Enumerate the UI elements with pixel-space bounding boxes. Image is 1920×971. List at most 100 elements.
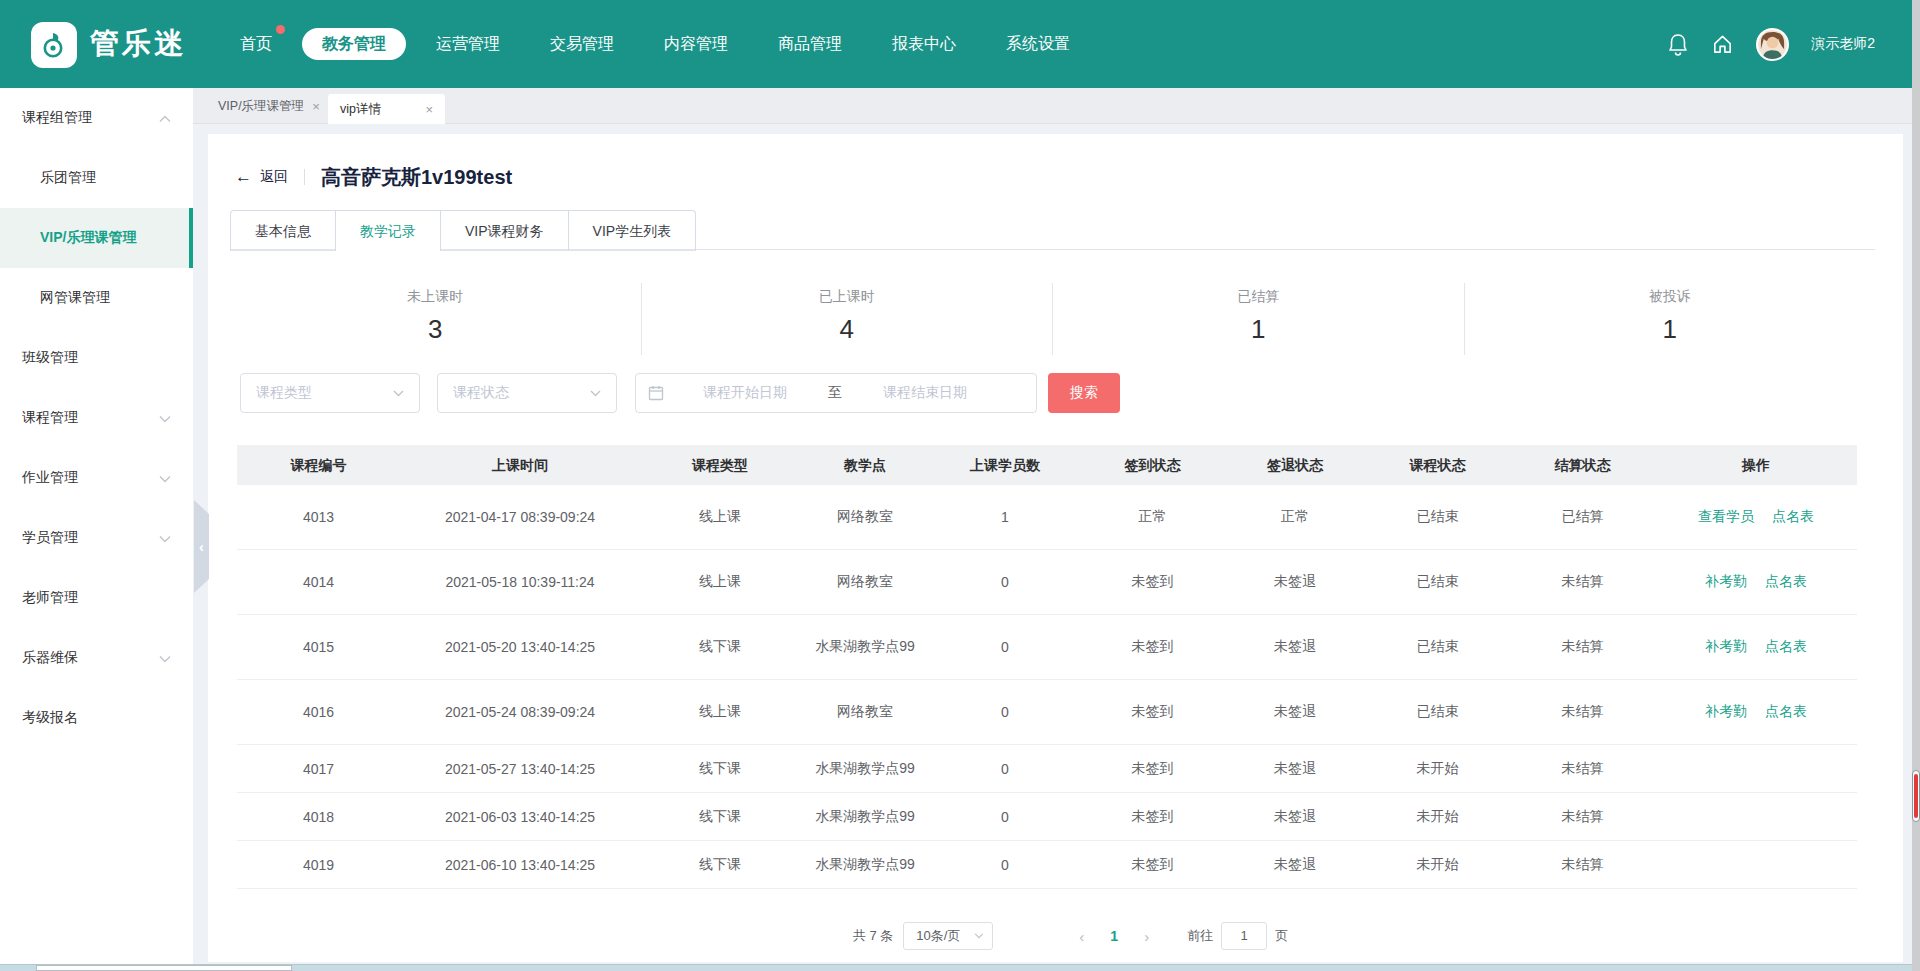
page-size-select[interactable]: 10条/页	[903, 922, 993, 950]
search-button[interactable]: 搜索	[1048, 373, 1120, 413]
table-cell: 2021-06-03 13:40-14:25	[400, 809, 640, 825]
stat-1: 已上课时4	[642, 283, 1054, 355]
vertical-scrollbar-thumb[interactable]	[1912, 770, 1920, 822]
detail-tab-2[interactable]: VIP课程财务	[440, 210, 569, 251]
sidebar-item-label: 课程组管理	[22, 109, 92, 127]
detail-tab-3[interactable]: VIP学生列表	[568, 210, 697, 251]
vertical-scrollbar[interactable]	[1912, 0, 1920, 971]
nav-item-0[interactable]: 首页	[240, 34, 272, 55]
sidebar-item-5[interactable]: 课程管理	[0, 388, 193, 448]
date-end-input[interactable]: 课程结束日期	[844, 384, 1006, 402]
action-link[interactable]: 补考勤	[1705, 703, 1747, 719]
detail-tab-0[interactable]: 基本信息	[230, 210, 336, 251]
stat-value: 1	[1053, 314, 1464, 345]
table-header-cell: 上课时间	[400, 445, 640, 485]
chevron-down-icon	[590, 390, 601, 397]
detail-tab-1[interactable]: 教学记录	[335, 210, 441, 251]
table-cell: 未签到	[1080, 760, 1225, 778]
table-row-4016: 40162021-05-24 08:39-09:24线上课网络教室0未签到未签退…	[237, 680, 1857, 745]
nav-item-1[interactable]: 教务管理	[302, 28, 406, 60]
date-start-input[interactable]: 课程开始日期	[664, 384, 826, 402]
next-page-button[interactable]: ›	[1144, 928, 1149, 945]
sidebar-item-4[interactable]: 班级管理	[0, 328, 193, 388]
bell-icon[interactable]	[1667, 32, 1689, 56]
sidebar-item-8[interactable]: 老师管理	[0, 568, 193, 628]
back-arrow-icon: ←	[235, 167, 252, 187]
nav-item-7[interactable]: 系统设置	[1006, 34, 1070, 55]
table-cell: 0	[930, 639, 1080, 655]
table-row-4015: 40152021-05-20 13:40-14:25线下课水果湖教学点990未签…	[237, 615, 1857, 680]
action-link[interactable]: 点名表	[1772, 508, 1814, 524]
stat-label: 未上课时	[230, 286, 641, 306]
table-cell: 未开始	[1365, 760, 1510, 778]
nav-item-6[interactable]: 报表中心	[892, 34, 956, 55]
course-type-placeholder: 课程类型	[256, 384, 312, 402]
nav-item-3[interactable]: 交易管理	[550, 34, 614, 55]
sidebar-item-label: 班级管理	[22, 349, 78, 367]
table-cell: 未签到	[1080, 703, 1225, 721]
action-link[interactable]: 查看学员	[1698, 508, 1754, 524]
sidebar-item-10[interactable]: 考级报名	[0, 688, 193, 748]
nav-item-4[interactable]: 内容管理	[664, 34, 728, 55]
action-link[interactable]: 补考勤	[1705, 638, 1747, 654]
home-icon[interactable]	[1711, 33, 1734, 56]
table-cell: 1	[930, 509, 1080, 525]
table-actions-cell: 查看学员 点名表	[1655, 508, 1857, 526]
table-cell: 未签到	[1080, 638, 1225, 656]
stat-value: 1	[1465, 314, 1876, 345]
table-cell: 未结算	[1510, 573, 1655, 591]
table-header-cell: 签到状态	[1080, 445, 1225, 485]
action-link[interactable]: 点名表	[1765, 573, 1807, 589]
sidebar-item-label: 乐团管理	[40, 169, 96, 187]
app-logo[interactable]	[31, 22, 77, 68]
sidebar-item-6[interactable]: 作业管理	[0, 448, 193, 508]
action-link[interactable]: 点名表	[1765, 638, 1807, 654]
sidebar-item-0[interactable]: 课程组管理	[0, 88, 193, 148]
table-row-4013: 40132021-04-17 08:39-09:24线上课网络教室1正常正常已结…	[237, 485, 1857, 550]
close-tab-icon[interactable]: ×	[312, 99, 320, 114]
table-cell: 未签退	[1225, 703, 1365, 721]
sidebar-item-2[interactable]: VIP/乐理课管理	[0, 208, 193, 268]
sidebar-collapse-handle[interactable]: ‹	[194, 500, 209, 593]
main-nav: 首页 教务管理 运营管理 交易管理 内容管理 商品管理 报表中心 系统设置	[240, 0, 1070, 88]
table-cell: 4016	[237, 704, 400, 720]
horizontal-scrollbar-thumb[interactable]	[36, 965, 292, 971]
notification-badge	[276, 25, 285, 34]
table-cell: 0	[930, 809, 1080, 825]
table-header-cell: 签退状态	[1225, 445, 1365, 485]
table-cell: 0	[930, 857, 1080, 873]
filter-row: 课程类型 课程状态 课程开始日期 至 课程结束日期 搜索	[208, 373, 1903, 413]
course-status-placeholder: 课程状态	[453, 384, 509, 402]
pagination: 共 7 条 10条/页 ‹ 1 › 前往 1 页	[223, 920, 1918, 952]
sidebar-item-9[interactable]: 乐器维保	[0, 628, 193, 688]
prev-page-button[interactable]: ‹	[1079, 928, 1084, 945]
back-button[interactable]: ← 返回	[235, 167, 288, 187]
close-tab-icon[interactable]: ×	[425, 102, 433, 117]
action-link[interactable]: 补考勤	[1705, 573, 1747, 589]
table-cell: 水果湖教学点99	[800, 808, 930, 826]
nav-item-5[interactable]: 商品管理	[778, 34, 842, 55]
current-page[interactable]: 1	[1110, 928, 1118, 944]
table-cell: 未签到	[1080, 808, 1225, 826]
date-range-picker[interactable]: 课程开始日期 至 课程结束日期	[635, 373, 1037, 413]
action-link[interactable]: 点名表	[1765, 703, 1807, 719]
stats-row: 未上课时3已上课时4已结算1被投诉1	[230, 283, 1875, 355]
table-header-cell: 上课学员数	[930, 445, 1080, 485]
opened-tab-0[interactable]: VIP/乐理课管理×	[218, 88, 320, 124]
table-row-4014: 40142021-05-18 10:39-11:24线上课网络教室0未签到未签退…	[237, 550, 1857, 615]
goto-page-input[interactable]: 1	[1221, 922, 1267, 950]
sidebar-item-7[interactable]: 学员管理	[0, 508, 193, 568]
nav-item-2[interactable]: 运营管理	[436, 34, 500, 55]
sidebar-item-3[interactable]: 网管课管理	[0, 268, 193, 328]
detail-tabs: 基本信息教学记录VIP课程财务VIP学生列表	[230, 210, 1875, 250]
sidebar-menu: 课程组管理乐团管理 VIP/乐理课管理网管课管理班级管理课程管理作业管理学员管理老…	[0, 88, 193, 964]
user-avatar[interactable]	[1756, 28, 1789, 61]
course-status-select[interactable]: 课程状态	[437, 373, 617, 413]
sidebar-item-1[interactable]: 乐团管理	[0, 148, 193, 208]
course-type-select[interactable]: 课程类型	[240, 373, 420, 413]
user-name[interactable]: 演示老师2	[1811, 35, 1875, 53]
opened-tab-1[interactable]: vip详情×	[328, 94, 445, 124]
horizontal-scrollbar[interactable]	[0, 964, 1912, 971]
table-cell: 已结束	[1365, 703, 1510, 721]
chevron-up-icon	[159, 110, 171, 126]
